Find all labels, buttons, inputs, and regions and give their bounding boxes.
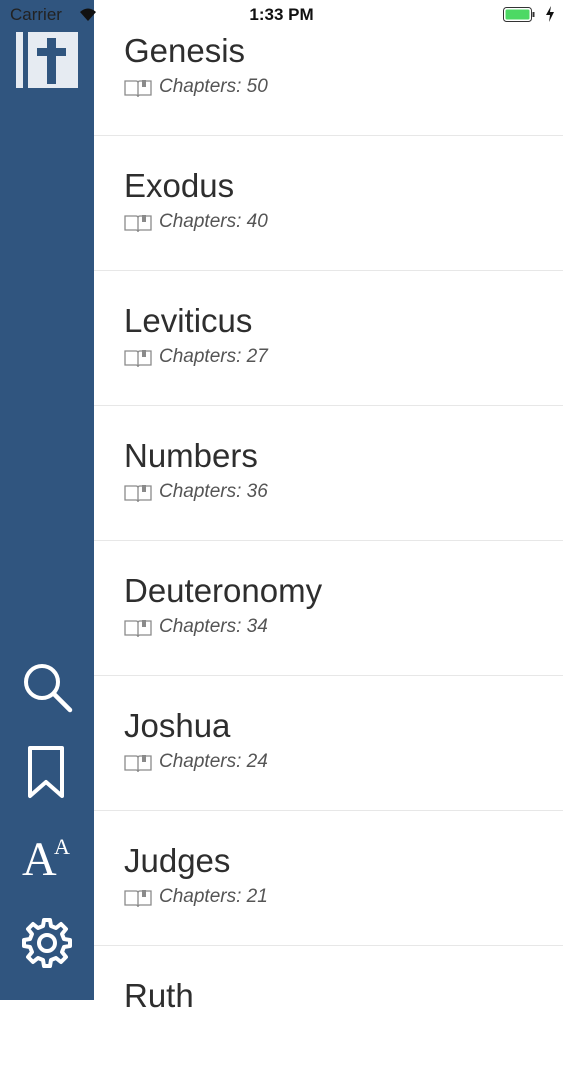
book-title: Exodus bbox=[124, 167, 235, 204]
font-size-icon[interactable]: A A bbox=[20, 832, 74, 886]
bible-cross-logo[interactable] bbox=[16, 32, 78, 88]
font-size-small-glyph: A bbox=[54, 834, 70, 859]
open-book-icon bbox=[124, 214, 152, 233]
bookmark-icon[interactable] bbox=[20, 746, 74, 800]
book-title: Ruth bbox=[124, 977, 194, 1014]
chapters-label: Chapters: 24 bbox=[159, 751, 268, 772]
chapters-label: Chapters: 34 bbox=[159, 616, 268, 637]
book-title: Numbers bbox=[124, 437, 258, 474]
open-book-icon bbox=[124, 79, 152, 98]
book-title: Genesis bbox=[124, 32, 246, 69]
font-size-large-glyph: A bbox=[22, 833, 57, 886]
book-list: Genesis Chapters: 50 Exodus Chapters: 40… bbox=[94, 0, 563, 1014]
open-book-icon bbox=[124, 889, 152, 908]
sidebar: A A bbox=[0, 0, 94, 1000]
chapters-label: Chapters: 36 bbox=[159, 481, 268, 502]
list-item[interactable]: Ruth bbox=[94, 945, 563, 1080]
gear-icon[interactable] bbox=[20, 916, 74, 970]
book-title: Joshua bbox=[124, 707, 231, 744]
open-book-icon bbox=[124, 754, 152, 773]
open-book-icon bbox=[124, 349, 152, 368]
chapters-label: Chapters: 50 bbox=[159, 76, 268, 97]
book-title: Judges bbox=[124, 842, 231, 879]
chapters-label: Chapters: 27 bbox=[159, 346, 268, 367]
list-item[interactable]: Exodus Chapters: 40 bbox=[94, 135, 563, 271]
list-item[interactable]: Leviticus Chapters: 27 bbox=[94, 270, 563, 406]
chapters-label: Chapters: 40 bbox=[159, 211, 268, 232]
chapters-label: Chapters: 21 bbox=[159, 886, 268, 907]
list-item[interactable]: Deuteronomy Chapters: 34 bbox=[94, 540, 563, 676]
list-item[interactable]: Judges Chapters: 21 bbox=[94, 810, 563, 946]
search-icon[interactable] bbox=[20, 660, 74, 714]
book-title: Deuteronomy bbox=[124, 572, 323, 609]
open-book-icon bbox=[124, 619, 152, 638]
list-item[interactable]: Numbers Chapters: 36 bbox=[94, 405, 563, 541]
list-item[interactable]: Joshua Chapters: 24 bbox=[94, 675, 563, 811]
open-book-icon bbox=[124, 484, 152, 503]
list-item[interactable]: Genesis Chapters: 50 bbox=[94, 0, 563, 136]
book-title: Leviticus bbox=[124, 302, 253, 339]
